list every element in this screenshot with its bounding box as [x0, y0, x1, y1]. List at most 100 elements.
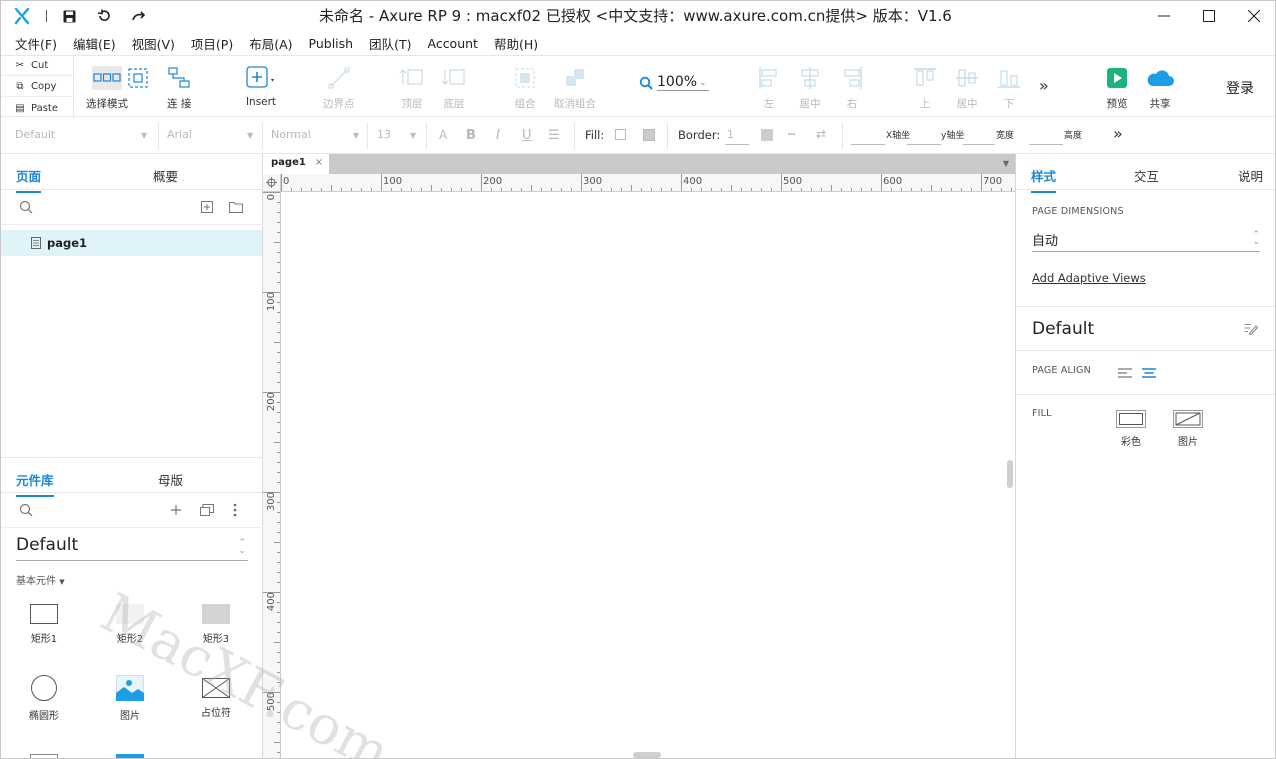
design-canvas[interactable]: [281, 192, 1015, 758]
redo-icon[interactable]: [130, 7, 148, 25]
add-folder-icon[interactable]: [229, 201, 243, 213]
horizontal-scrollbar[interactable]: [633, 752, 661, 758]
ruler-origin-icon[interactable]: [263, 174, 281, 192]
align-center-button[interactable]: 居中: [798, 66, 822, 111]
fill-gradient-swatch[interactable]: [643, 129, 655, 141]
tab-style[interactable]: 样式: [1031, 166, 1057, 193]
menu-help[interactable]: 帮助(H): [494, 34, 538, 53]
search-icon[interactable]: [19, 200, 33, 214]
fill-color-option[interactable]: 彩色: [1115, 410, 1147, 448]
select-contain-button[interactable]: [126, 66, 150, 96]
tab-masters[interactable]: 母版: [158, 470, 183, 489]
share-button[interactable]: 共享: [1144, 66, 1176, 111]
underline-icon[interactable]: U: [522, 128, 532, 143]
select-mode-button[interactable]: 选择模式: [86, 66, 128, 111]
widget-style-select[interactable]: Default: [15, 128, 55, 141]
border-color-swatch[interactable]: [761, 129, 773, 141]
align-top-button[interactable]: 上: [913, 66, 937, 111]
maximize-icon[interactable]: [1199, 6, 1219, 26]
login-button[interactable]: 登录: [1226, 78, 1254, 98]
rectangle1-icon: [30, 604, 58, 624]
font-color-icon[interactable]: A: [439, 128, 447, 142]
menu-team[interactable]: 团队(T): [369, 34, 411, 53]
menu-layout[interactable]: 布局(A): [249, 34, 292, 53]
widget-rectangle3[interactable]: 矩形3: [186, 604, 246, 645]
widget-placeholder[interactable]: 占位符: [186, 675, 246, 719]
border-style-icon[interactable]: ┅: [788, 127, 795, 141]
menu-view[interactable]: 视图(V): [132, 34, 175, 53]
tab-notes[interactable]: 说明: [1238, 166, 1263, 185]
library-select[interactable]: Default ⌃ ⌄: [16, 535, 248, 561]
widget-rectangle2[interactable]: 矩形2: [100, 604, 160, 645]
tab-dropdown-icon[interactable]: ▼: [1003, 159, 1009, 168]
minimize-icon[interactable]: [1154, 6, 1174, 26]
align-left-page-icon[interactable]: [1118, 368, 1132, 378]
close-tab-icon[interactable]: ×: [315, 157, 323, 168]
align-center-page-icon[interactable]: [1142, 368, 1156, 378]
align-middle-button[interactable]: 居中: [955, 66, 979, 111]
list-icon[interactable]: ☰: [548, 128, 560, 143]
vertical-scrollbar[interactable]: [1007, 460, 1013, 488]
menu-publish[interactable]: Publish: [309, 36, 354, 51]
close-icon[interactable]: [1244, 6, 1264, 26]
menu-file[interactable]: 文件(F): [15, 34, 57, 53]
group-button[interactable]: 组合: [513, 66, 537, 111]
add-adaptive-views-link[interactable]: Add Adaptive Views: [1032, 271, 1146, 285]
menu-account[interactable]: Account: [427, 36, 477, 51]
x-position-label: X轴坐: [886, 131, 911, 141]
font-weight-select[interactable]: Normal: [271, 128, 311, 141]
left-panel: 页面 概要 page1 元件库 母版 Default ⌃ ⌄ 基本元件 ▼ 矩形…: [1, 154, 263, 758]
toolbar-overflow-icon[interactable]: »: [1039, 76, 1049, 95]
page-item-page1[interactable]: page1: [1, 230, 262, 256]
library-copy-icon[interactable]: [200, 504, 214, 516]
add-library-icon[interactable]: [170, 504, 182, 516]
fill-color-swatch[interactable]: [615, 129, 626, 140]
widget-ellipse[interactable]: 椭圆形: [14, 675, 74, 722]
tab-outline[interactable]: 概要: [153, 166, 178, 185]
widget-rectangle1[interactable]: 矩形1: [14, 604, 74, 645]
align-left-button[interactable]: 左: [757, 66, 781, 111]
paste-button[interactable]: ▤ Paste: [1, 98, 74, 118]
vertical-ruler[interactable]: 0 100 200 300 400 500: [263, 192, 281, 758]
page-dimensions-select[interactable]: 自动 ⌃ ⌄: [1032, 230, 1260, 252]
horizontal-ruler[interactable]: 0 100 200 300 400 500 600 700: [281, 174, 1015, 192]
fill-image-option[interactable]: 图片: [1172, 410, 1204, 448]
copy-button[interactable]: ⧉ Copy: [1, 77, 74, 97]
library-section-basic[interactable]: 基本元件 ▼: [16, 572, 65, 587]
preview-button[interactable]: 预览: [1105, 66, 1129, 111]
boundary-points-button[interactable]: 边界点: [323, 66, 355, 111]
search-icon[interactable]: [19, 503, 33, 517]
stylebar-overflow-icon[interactable]: »: [1113, 124, 1123, 143]
tab-interactions[interactable]: 交互: [1134, 166, 1159, 185]
zoom-control[interactable]: 100% ⌄: [639, 74, 709, 91]
widget-image[interactable]: 图片: [100, 675, 160, 722]
border-width-input[interactable]: 1: [727, 128, 734, 141]
menu-project[interactable]: 项目(P): [191, 34, 233, 53]
insert-button[interactable]: Insert: [245, 66, 277, 108]
italic-icon[interactable]: I: [496, 128, 500, 143]
add-page-icon[interactable]: [201, 201, 213, 213]
font-size-select[interactable]: 13: [377, 128, 391, 141]
align-top-icon: [914, 68, 936, 86]
cut-button[interactable]: ✂ Cut: [1, 56, 74, 76]
edit-style-icon[interactable]: [1244, 322, 1258, 335]
align-bottom-button[interactable]: 下: [997, 66, 1021, 111]
align-right-button[interactable]: 右: [840, 66, 864, 111]
send-to-back-button[interactable]: 底层: [441, 66, 467, 111]
font-family-select[interactable]: Arial: [167, 128, 192, 141]
fill-color-swatch: [1116, 410, 1146, 428]
menu-edit[interactable]: 编辑(E): [73, 34, 116, 53]
more-vertical-icon[interactable]: [233, 503, 237, 517]
ungroup-button[interactable]: 取消组合: [554, 66, 596, 111]
v-ruler-label: 0: [266, 194, 277, 201]
connect-button[interactable]: 连 接: [167, 66, 191, 111]
pages-search-row: [1, 191, 263, 225]
save-icon[interactable]: [60, 7, 78, 25]
arrow-style-icon[interactable]: ⇄: [816, 127, 826, 141]
tab-pages[interactable]: 页面: [16, 166, 42, 193]
bring-to-front-button[interactable]: 顶层: [399, 66, 425, 111]
undo-icon[interactable]: [95, 7, 113, 25]
tab-library[interactable]: 元件库: [16, 470, 54, 497]
document-tab-page1[interactable]: page1 ×: [263, 154, 329, 174]
bold-icon[interactable]: B: [466, 128, 476, 143]
